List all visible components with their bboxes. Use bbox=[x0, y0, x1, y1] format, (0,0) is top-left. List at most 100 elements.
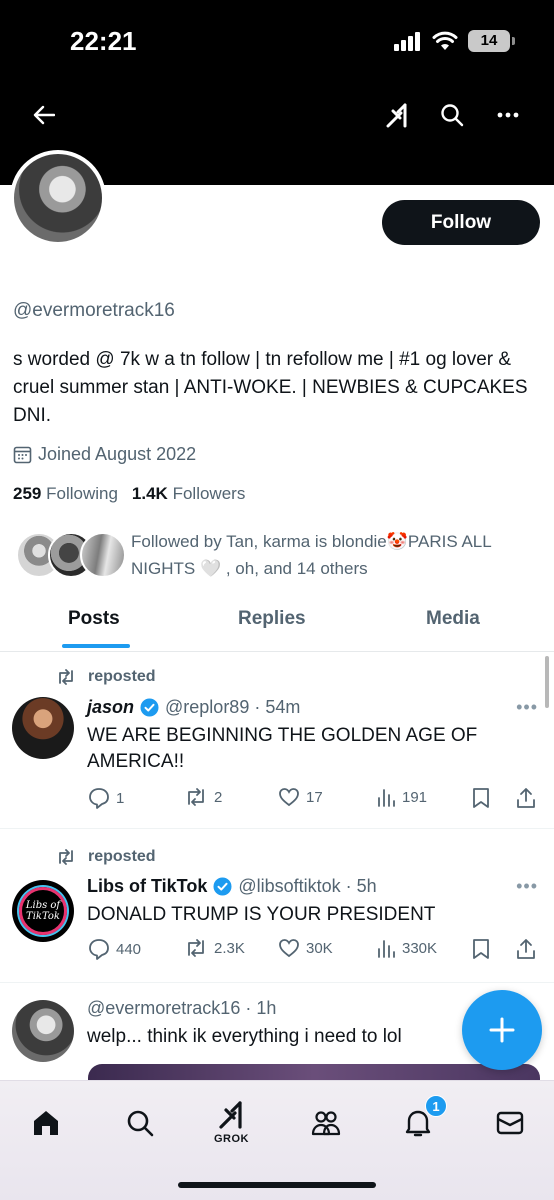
back-button[interactable] bbox=[26, 97, 62, 133]
search-button[interactable] bbox=[434, 97, 470, 133]
tab-replies[interactable]: Replies bbox=[238, 608, 306, 630]
follower-avatar bbox=[80, 532, 126, 578]
verified-badge-icon bbox=[140, 698, 159, 717]
like-count: 17 bbox=[306, 788, 323, 806]
post-handle-time[interactable]: @libsoftiktok · 5h bbox=[238, 876, 376, 897]
post-handle-time[interactable]: @evermoretrack16 · 1h bbox=[87, 998, 276, 1019]
calendar-icon bbox=[13, 446, 32, 464]
post-text: DONALD TRUMP IS YOUR PRESIDENT bbox=[87, 904, 436, 925]
followed-by-avatars[interactable] bbox=[16, 532, 126, 578]
views-count: 330K bbox=[402, 939, 438, 957]
post-author-name[interactable]: Libs of TikTok bbox=[87, 876, 207, 897]
post-header: Libs of TikTok @libsoftiktok · 5h bbox=[87, 876, 377, 897]
tab-media[interactable]: Media bbox=[426, 608, 480, 630]
repost-indicator: reposted bbox=[56, 668, 156, 686]
repost-icon bbox=[188, 788, 204, 806]
status-bar: 22:21 14 bbox=[0, 0, 554, 80]
heart-icon bbox=[279, 788, 299, 807]
status-icons: 14 bbox=[394, 30, 515, 52]
reply-icon bbox=[89, 788, 109, 809]
nav-grok[interactable] bbox=[210, 1093, 254, 1137]
communities-icon bbox=[311, 1111, 341, 1136]
repost-count: 2.3K bbox=[214, 939, 245, 957]
post-actions: 1 2 17 191 bbox=[88, 787, 538, 817]
post-handle-time[interactable]: @replor89 · 54m bbox=[165, 697, 300, 718]
libs-of-tiktok-logo: Libs of TikTok bbox=[19, 887, 67, 935]
notifications-badge: 1 bbox=[425, 1095, 447, 1117]
search-icon bbox=[441, 104, 464, 127]
grok-icon bbox=[219, 1101, 242, 1129]
profile-bio: s worded @ 7k w a tn follow | tn refollo… bbox=[13, 349, 528, 426]
status-time: 22:21 bbox=[70, 26, 137, 56]
home-indicator[interactable] bbox=[178, 1182, 376, 1188]
bookmark-button[interactable] bbox=[472, 938, 490, 960]
repost-button[interactable]: 2.3K bbox=[184, 938, 245, 958]
heart-icon bbox=[279, 939, 299, 958]
post-author-avatar-text: Libs of TikTok bbox=[25, 900, 61, 922]
home-icon bbox=[34, 1111, 58, 1135]
post-actions: 440 2.3K 30K 330K bbox=[88, 938, 538, 968]
bookmark-icon bbox=[473, 788, 489, 808]
search-icon bbox=[127, 1110, 154, 1137]
views-count: 191 bbox=[402, 788, 428, 806]
verified-badge-icon bbox=[213, 877, 232, 896]
post-header: @evermoretrack16 · 1h bbox=[87, 998, 276, 1019]
scrollbar[interactable] bbox=[545, 656, 549, 708]
reply-count: 1 bbox=[116, 789, 125, 807]
more-button[interactable] bbox=[490, 97, 526, 133]
nav-grok-label: GROK bbox=[214, 1133, 249, 1145]
more-icon bbox=[497, 112, 519, 118]
nav-search[interactable] bbox=[118, 1101, 162, 1145]
followers-label: Followers bbox=[172, 484, 246, 503]
plus-icon bbox=[489, 1017, 515, 1043]
profile-tabs: Posts Replies Media bbox=[0, 596, 554, 652]
like-button[interactable]: 17 bbox=[278, 787, 323, 807]
battery-indicator: 14 bbox=[468, 30, 515, 52]
bookmark-icon bbox=[473, 939, 489, 959]
nav-home[interactable] bbox=[24, 1101, 68, 1145]
share-button[interactable] bbox=[516, 787, 536, 809]
joined-date: Joined August 2022 bbox=[13, 444, 196, 465]
followers-link[interactable]: 1.4K Followers bbox=[132, 484, 245, 504]
joined-text: Joined August 2022 bbox=[38, 444, 197, 464]
following-label: Following bbox=[46, 484, 118, 503]
follow-button[interactable]: Follow bbox=[382, 200, 540, 245]
share-icon bbox=[517, 788, 535, 808]
followed-by-text[interactable]: Followed by Tan, karma is blondie🤡PARIS … bbox=[131, 528, 541, 582]
profile-avatar[interactable] bbox=[10, 150, 106, 246]
nav-communities[interactable] bbox=[304, 1101, 348, 1145]
share-button[interactable] bbox=[516, 938, 536, 960]
following-link[interactable]: 259 Following bbox=[13, 484, 118, 504]
back-arrow-icon bbox=[33, 105, 55, 125]
compose-post-button[interactable] bbox=[462, 990, 542, 1070]
views-button[interactable]: 191 bbox=[376, 787, 427, 807]
post-more-button[interactable]: ••• bbox=[516, 876, 538, 897]
post-header: jason @replor89 · 54m bbox=[87, 697, 300, 718]
profile-handle: @evermoretrack16 bbox=[13, 300, 175, 321]
post-more-button[interactable]: ••• bbox=[516, 697, 538, 718]
views-icon bbox=[378, 940, 395, 958]
views-button[interactable]: 330K bbox=[376, 938, 437, 958]
signal-icon bbox=[394, 32, 420, 51]
views-icon bbox=[378, 789, 395, 807]
followers-count: 1.4K bbox=[131, 484, 168, 503]
post-author-name[interactable]: jason bbox=[87, 697, 134, 718]
repost-icon bbox=[188, 939, 204, 957]
reply-count: 440 bbox=[116, 940, 142, 958]
reply-button[interactable]: 1 bbox=[88, 787, 124, 809]
grok-button[interactable] bbox=[380, 97, 416, 133]
post-text: WE ARE BEGINNING THE GOLDEN AGE OF AMERI… bbox=[87, 725, 478, 772]
post-author-avatar[interactable] bbox=[12, 1000, 74, 1062]
tab-posts[interactable]: Posts bbox=[68, 608, 120, 630]
reply-button[interactable]: 440 bbox=[88, 938, 141, 960]
bookmark-button[interactable] bbox=[472, 787, 490, 809]
post-author-avatar[interactable]: Libs of TikTok bbox=[12, 880, 74, 942]
post-author-avatar[interactable] bbox=[12, 697, 74, 759]
post-item[interactable]: reposted Libs of TikTok Libs of TikTok @… bbox=[0, 830, 554, 983]
post-item[interactable]: reposted jason @replor89 · 54m ••• WE AR… bbox=[0, 653, 554, 829]
repost-count: 2 bbox=[214, 788, 223, 806]
reply-icon bbox=[89, 939, 109, 960]
nav-messages[interactable] bbox=[488, 1101, 532, 1145]
repost-button[interactable]: 2 bbox=[184, 787, 222, 807]
like-button[interactable]: 30K bbox=[278, 938, 333, 958]
